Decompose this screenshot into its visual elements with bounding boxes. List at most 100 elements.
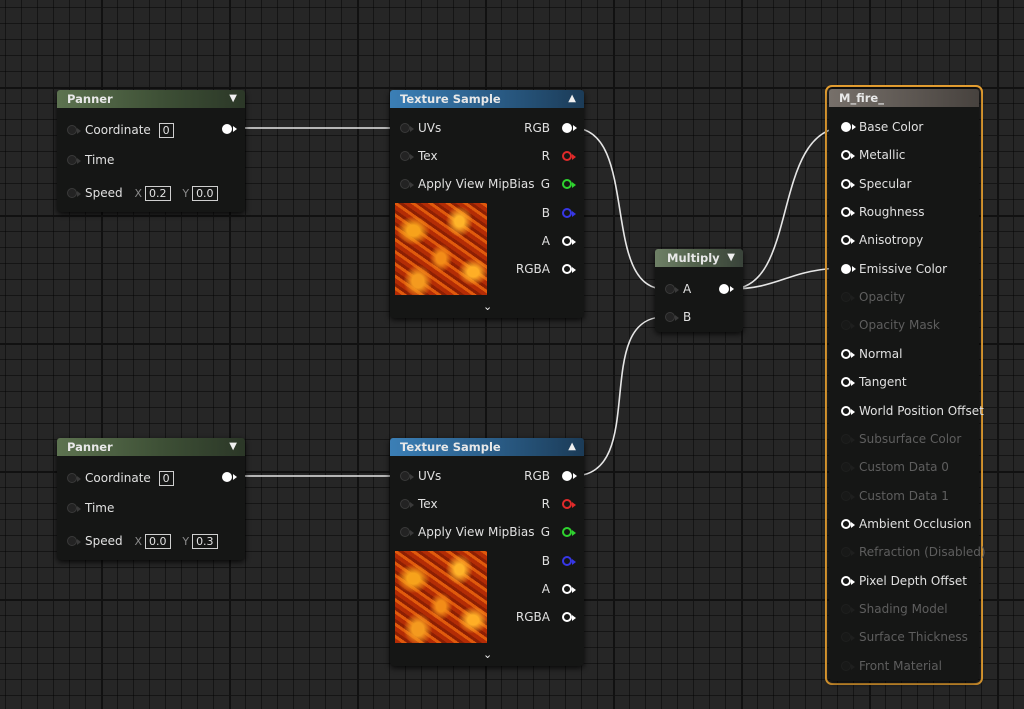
coordinate-input-pin[interactable] (67, 125, 81, 135)
texture-sample-node-2[interactable]: Texture Sample ▲ UVs Tex Apply View MipB… (390, 438, 584, 666)
texture-sample-title: Texture Sample (400, 440, 501, 454)
material-input-pin[interactable] (841, 178, 855, 189)
panner-node-header[interactable]: Panner ▼ (57, 438, 245, 456)
texture-sample-header[interactable]: Texture Sample ▲ (390, 90, 584, 108)
rgb-output-pin[interactable] (562, 123, 577, 133)
material-pin-label: Custom Data 1 (859, 488, 949, 503)
material-pin-label: Opacity Mask (859, 318, 940, 333)
g-output-label: G (540, 525, 550, 539)
material-input-pin[interactable] (841, 575, 855, 586)
material-input-pin[interactable] (841, 518, 855, 529)
material-input-pin (841, 433, 855, 444)
panner-output-pin[interactable] (222, 124, 237, 134)
a-output-pin[interactable] (562, 236, 576, 246)
speed-row: Speed X 0.2 Y 0.0 (67, 185, 218, 201)
texture-sample-header[interactable]: Texture Sample ▲ (390, 438, 584, 456)
a-output-pin[interactable] (562, 584, 576, 594)
speed-input-pin[interactable] (67, 536, 81, 546)
speed-y-field[interactable]: 0.3 (192, 534, 218, 549)
speed-x-label: X (134, 535, 142, 548)
multiply-a-row: A (665, 281, 691, 297)
panner-output-pin[interactable] (222, 472, 237, 482)
speed-x-field[interactable]: 0.0 (145, 534, 171, 549)
rgba-output-pin[interactable] (562, 264, 576, 274)
speed-y-field[interactable]: 0.0 (192, 186, 218, 201)
material-pin-label: Metallic (859, 148, 906, 163)
coordinate-input-pin[interactable] (67, 473, 81, 483)
material-pin-row: Custom Data 1 (841, 488, 949, 504)
material-pin-row: Emissive Color (841, 261, 947, 277)
multiply-b-row: B (665, 309, 691, 325)
uvs-input-pin[interactable] (400, 123, 414, 133)
rgb-output-label: RGB (524, 121, 550, 135)
material-pin-row: Shading Model (841, 601, 948, 617)
material-pin-row: Refraction (Disabled) (841, 544, 986, 560)
texture-sample-node-1[interactable]: Texture Sample ▲ UVs Tex Apply View MipB… (390, 90, 584, 318)
chevron-down-icon[interactable]: ▼ (229, 438, 237, 456)
material-result-node[interactable]: M_fire_ Base Color Metallic Specular Roughn… (829, 89, 986, 681)
mipbias-input-pin[interactable] (400, 527, 414, 537)
material-input-pin[interactable] (841, 207, 855, 218)
material-input-pin (841, 490, 855, 501)
chevron-down-icon[interactable]: ⌄ (483, 300, 492, 313)
r-output-label: R (541, 497, 550, 511)
rgba-output-pin[interactable] (562, 612, 576, 622)
uvs-input-pin[interactable] (400, 471, 414, 481)
mipbias-label: Apply View MipBias (418, 177, 535, 191)
panner-node-1[interactable]: Panner ▼ Coordinate 0 Time Speed X 0.2 Y0… (57, 90, 245, 212)
chevron-down-icon[interactable]: ▼ (727, 249, 735, 267)
material-node-title: M_fire_ (839, 91, 884, 105)
b-output-pin[interactable] (562, 208, 576, 218)
b-output-pin[interactable] (562, 556, 576, 566)
material-input-pin[interactable] (841, 122, 856, 132)
material-input-pin[interactable] (841, 150, 855, 161)
tex-label: Tex (418, 497, 438, 511)
speed-x-field[interactable]: 0.2 (145, 186, 171, 201)
chevron-up-icon[interactable]: ▲ (568, 90, 576, 108)
r-output-pin[interactable] (562, 499, 576, 509)
tex-input-pin[interactable] (400, 499, 414, 509)
material-input-pin[interactable] (841, 263, 856, 274)
multiply-a-input-pin[interactable] (665, 284, 679, 294)
material-pin-row: Front Material (841, 658, 942, 674)
mipbias-input-pin[interactable] (400, 179, 414, 189)
material-pin-row: Roughness (841, 204, 924, 220)
material-input-pin[interactable] (841, 405, 855, 416)
r-output-pin[interactable] (562, 151, 576, 161)
coordinate-index-field[interactable]: 0 (158, 471, 174, 486)
time-input-pin[interactable] (67, 155, 81, 165)
g-output-pin[interactable] (562, 527, 576, 537)
speed-input-pin[interactable] (67, 188, 81, 198)
speed-x-label: X (134, 187, 142, 200)
chevron-down-icon[interactable]: ▼ (229, 90, 237, 108)
uvs-row: UVs (400, 120, 441, 136)
material-pin-label: Surface Thickness (859, 630, 968, 645)
panner-node-header[interactable]: Panner ▼ (57, 90, 245, 108)
material-pin-label: Specular (859, 176, 912, 191)
multiply-node[interactable]: Multiply ▼ A B (655, 249, 743, 332)
material-pin-row: Normal (841, 346, 902, 362)
chevron-up-icon[interactable]: ▲ (568, 438, 576, 456)
panner-node-2[interactable]: Panner ▼ Coordinate 0 Time Speed X 0.0 Y0… (57, 438, 245, 560)
multiply-output-pin[interactable] (719, 284, 734, 294)
material-input-pin[interactable] (841, 348, 855, 359)
material-pin-row: World Position Offset (841, 403, 984, 419)
time-row: Time (67, 500, 114, 516)
chevron-down-icon[interactable]: ⌄ (483, 648, 492, 661)
time-input-pin[interactable] (67, 503, 81, 513)
material-pin-row: Opacity (841, 289, 905, 305)
coordinate-index-field[interactable]: 0 (158, 123, 174, 138)
material-pin-row: Custom Data 0 (841, 459, 949, 475)
multiply-header[interactable]: Multiply ▼ (655, 249, 743, 267)
multiply-b-input-pin[interactable] (665, 312, 679, 322)
g-output-label: G (540, 177, 550, 191)
material-input-pin[interactable] (841, 377, 855, 388)
material-node-header[interactable]: M_fire_ (829, 89, 979, 107)
multiply-b-label: B (683, 310, 692, 324)
g-output-pin[interactable] (562, 179, 576, 189)
material-input-pin (841, 320, 855, 331)
rgb-output-pin[interactable] (562, 471, 577, 481)
tex-label: Tex (418, 149, 438, 163)
material-input-pin[interactable] (841, 235, 855, 246)
tex-input-pin[interactable] (400, 151, 414, 161)
